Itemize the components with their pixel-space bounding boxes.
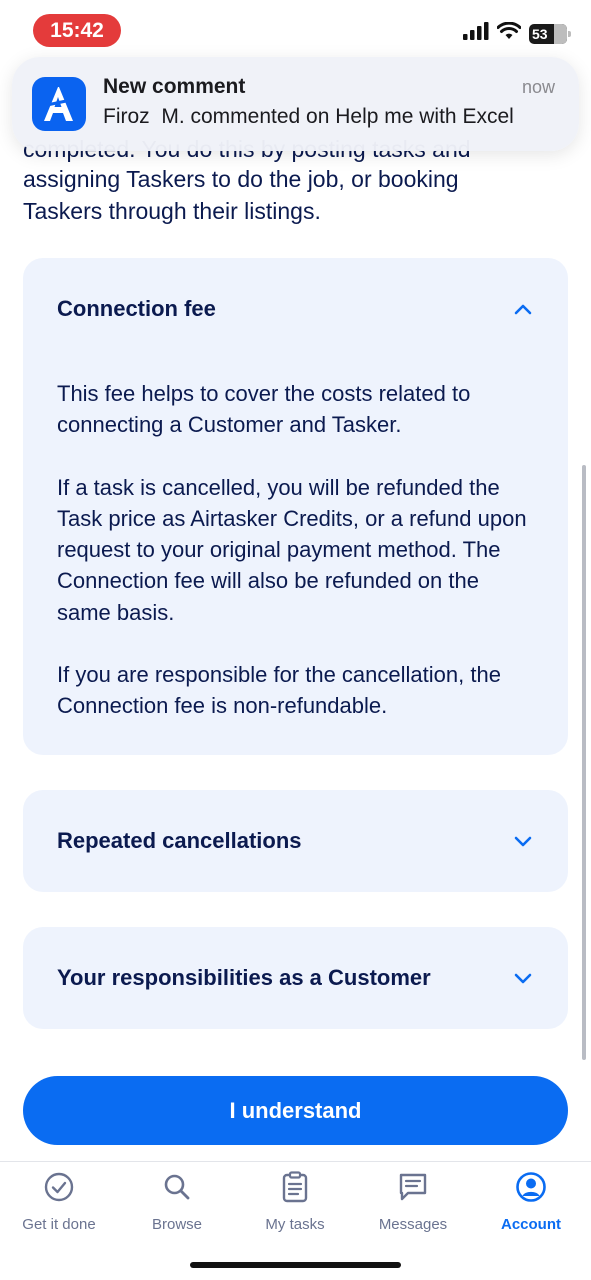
notification-body: Firoz M. commented on Help me with Excel [103, 105, 514, 128]
battery-level: 53 [532, 25, 548, 42]
check-circle-icon [42, 1170, 76, 1204]
status-time[interactable]: 15:42 [33, 14, 121, 47]
status-bar: 15:42 53 [0, 0, 591, 60]
connection-fee-paragraph: If a task is cancelled, you will be refu… [57, 474, 527, 625]
nav-item-account[interactable]: Account [472, 1170, 590, 1240]
clipboard-icon [278, 1170, 312, 1204]
nav-item-browse[interactable]: Browse [118, 1170, 236, 1240]
accordion-customer-responsibilities[interactable]: Your responsibilities as a Customer [23, 927, 568, 1029]
chevron-down-icon[interactable] [512, 967, 534, 989]
accordion-connection-fee: Connection fee This fee helps to cover t… [23, 258, 568, 755]
chevron-down-icon[interactable] [512, 830, 534, 852]
notification-banner[interactable]: New comment now Firoz M. commented on He… [12, 57, 579, 151]
accordion-title: Connection fee [57, 296, 216, 321]
chevron-up-icon[interactable] [512, 298, 534, 320]
nav-label: Browse [151, 1216, 203, 1233]
scrollbar[interactable] [582, 465, 586, 1060]
nav-label: My tasks [265, 1216, 325, 1233]
connection-fee-paragraph: If you are responsible for the cancellat… [57, 662, 501, 719]
intro-line: assigning Taskers to do the job, or book… [23, 166, 459, 192]
nav-item-my-tasks[interactable]: My tasks [236, 1170, 354, 1240]
accordion-header-connection-fee[interactable]: Connection fee [23, 258, 568, 360]
nav-item-get-it-done[interactable]: Get it done [0, 1170, 118, 1240]
accordion-title: Your responsibilities as a Customer [57, 965, 431, 990]
accordion-title: Repeated cancellations [57, 828, 302, 853]
nav-label: Messages [378, 1216, 448, 1233]
notification-time: now [521, 77, 555, 97]
nav-label: Account [501, 1216, 561, 1233]
nav-label: Get it done [22, 1216, 96, 1233]
accordion-header-repeated-cancellations[interactable]: Repeated cancellations [23, 790, 568, 892]
signal-icon [463, 22, 489, 45]
airtasker-app-icon [32, 77, 86, 131]
connection-fee-paragraph: This fee helps to cover the costs relate… [57, 381, 471, 438]
intro-line: Taskers through their listings. [23, 198, 321, 224]
wifi-icon [496, 21, 522, 45]
status-icons: 53 [463, 21, 571, 45]
message-icon [396, 1170, 430, 1204]
nav-item-messages[interactable]: Messages [354, 1170, 472, 1240]
accordion-repeated-cancellations[interactable]: Repeated cancellations [23, 790, 568, 892]
home-indicator[interactable] [190, 1262, 401, 1268]
search-icon [160, 1170, 194, 1204]
battery-icon: 53 [529, 23, 571, 44]
notification-title: New comment [103, 75, 246, 98]
account-icon [514, 1170, 548, 1204]
accordion-content: This fee helps to cover the costs relate… [57, 378, 537, 753]
i-understand-button[interactable]: I understand [23, 1076, 568, 1145]
accordion-header-customer-responsibilities[interactable]: Your responsibilities as a Customer [23, 927, 568, 1029]
